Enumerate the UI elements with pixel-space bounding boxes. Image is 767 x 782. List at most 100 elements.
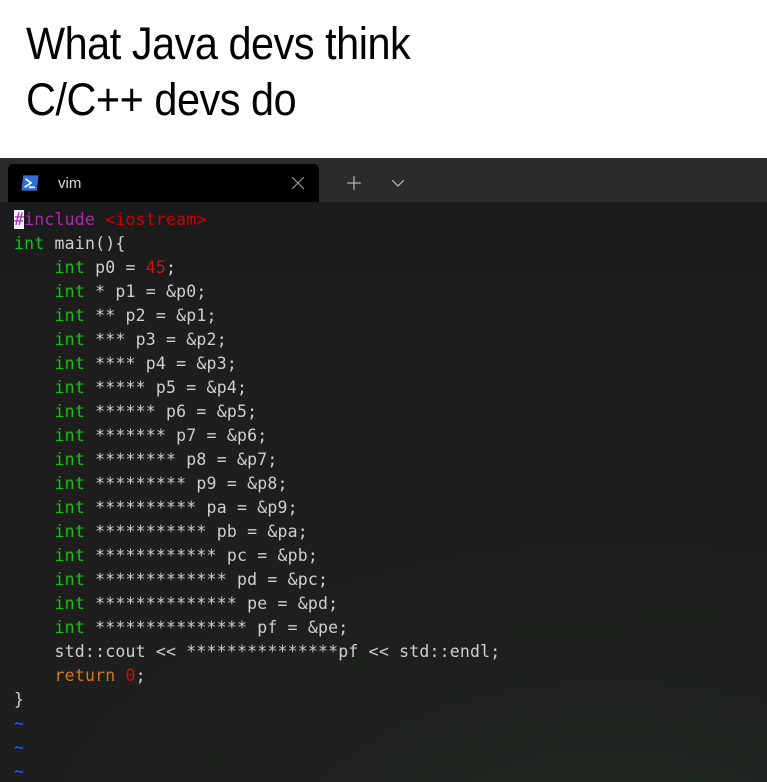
code-token: int	[54, 594, 85, 613]
terminal-window: vim #include <iostream> int main(){ int p…	[0, 158, 767, 782]
code-token: std::cout << ***************pf << std::e…	[14, 642, 501, 661]
tab-title: vim	[58, 174, 82, 192]
code-line: int ****** p6 = &p5;	[14, 400, 767, 424]
caption-line-1: What Java devs think	[26, 18, 411, 69]
code-line: int ** p2 = &p1;	[14, 304, 767, 328]
code-token: int	[54, 402, 85, 421]
code-token: * p1 = &p0;	[84, 282, 207, 301]
code-line: int ************* pd = &pc;	[14, 568, 767, 592]
code-token: <iostream>	[105, 210, 207, 229]
code-token: int	[54, 378, 85, 397]
vim-buffer[interactable]: #include <iostream> int main(){ int p0 = …	[0, 202, 767, 782]
chevron-down-icon[interactable]	[379, 164, 417, 202]
code-token: *** p3 = &p2;	[84, 330, 227, 349]
code-line: }	[14, 688, 767, 712]
code-line: int ********** pa = &p9;	[14, 496, 767, 520]
code-token: 0	[125, 666, 136, 685]
code-token: ****** p6 = &p5;	[84, 402, 258, 421]
powershell-icon	[19, 172, 41, 194]
code-line: ~	[14, 760, 767, 782]
code-token: ;	[135, 666, 146, 685]
code-token: ~	[14, 762, 25, 781]
terminal-tab-strip: vim	[0, 158, 767, 202]
code-token: ************* pd = &pc;	[84, 570, 329, 589]
code-line: #include <iostream>	[14, 208, 767, 232]
code-line: int *** p3 = &p2;	[14, 328, 767, 352]
code-token: 45	[145, 258, 167, 277]
code-token: ******* p7 = &p6;	[84, 426, 268, 445]
code-token: }	[14, 690, 25, 709]
code-line: int ******** p8 = &p7;	[14, 448, 767, 472]
tab-strip-left-padding	[0, 158, 8, 202]
code-token: return	[54, 666, 116, 685]
code-token: *************** pf = &pe;	[84, 618, 349, 637]
tab-strip-filler	[417, 158, 767, 202]
code-token: int	[54, 618, 85, 637]
code-token: int	[54, 306, 85, 325]
code-token: int	[54, 282, 85, 301]
code-token: int	[54, 498, 85, 517]
code-line: int *********** pb = &pa;	[14, 520, 767, 544]
caption-line-2: C/C++ devs do	[26, 74, 297, 125]
code-token: int	[54, 258, 85, 277]
code-token: ********** pa = &p9;	[84, 498, 298, 517]
code-token: int	[54, 354, 85, 373]
code-token: int	[54, 474, 85, 493]
code-token: int	[14, 234, 45, 253]
terminal-body[interactable]: #include <iostream> int main(){ int p0 = …	[0, 202, 767, 782]
code-token: ************ pc = &pb;	[84, 546, 319, 565]
code-line: int ******* p7 = &p6;	[14, 424, 767, 448]
code-token: include	[24, 210, 106, 229]
code-line: int **** p4 = &p3;	[14, 352, 767, 376]
code-token: #	[14, 210, 25, 229]
code-token: int	[54, 546, 85, 565]
code-token: ** p2 = &p1;	[84, 306, 217, 325]
code-line: int *************** pf = &pe;	[14, 616, 767, 640]
code-token: ~	[14, 714, 25, 733]
code-token: int	[54, 450, 85, 469]
new-tab-button[interactable]	[335, 164, 373, 202]
code-line: int ********* p9 = &p8;	[14, 472, 767, 496]
code-token: int	[54, 330, 85, 349]
code-token: **** p4 = &p3;	[84, 354, 237, 373]
code-line: int main(){	[14, 232, 767, 256]
code-line: ~	[14, 712, 767, 736]
caption-area: What Java devs think C/C++ devs do	[0, 0, 767, 158]
code-token: *********** pb = &pa;	[84, 522, 308, 541]
code-token: main(){	[44, 234, 126, 253]
code-token: ~	[14, 738, 25, 757]
code-token: int	[54, 570, 85, 589]
code-token: ;	[166, 258, 177, 277]
code-line: int ************** pe = &pd;	[14, 592, 767, 616]
code-line: int ************ pc = &pb;	[14, 544, 767, 568]
code-token: int	[54, 522, 85, 541]
code-token: ********* p9 = &p8;	[84, 474, 288, 493]
code-token: p0 =	[84, 258, 146, 277]
close-icon[interactable]	[281, 164, 315, 202]
code-line: int ***** p5 = &p4;	[14, 376, 767, 400]
code-line: return 0;	[14, 664, 767, 688]
code-token: ***** p5 = &p4;	[84, 378, 248, 397]
code-line: int * p1 = &p0;	[14, 280, 767, 304]
code-line: std::cout << ***************pf << std::e…	[14, 640, 767, 664]
tab-vim[interactable]: vim	[8, 164, 319, 202]
code-line: int p0 = 45;	[14, 256, 767, 280]
